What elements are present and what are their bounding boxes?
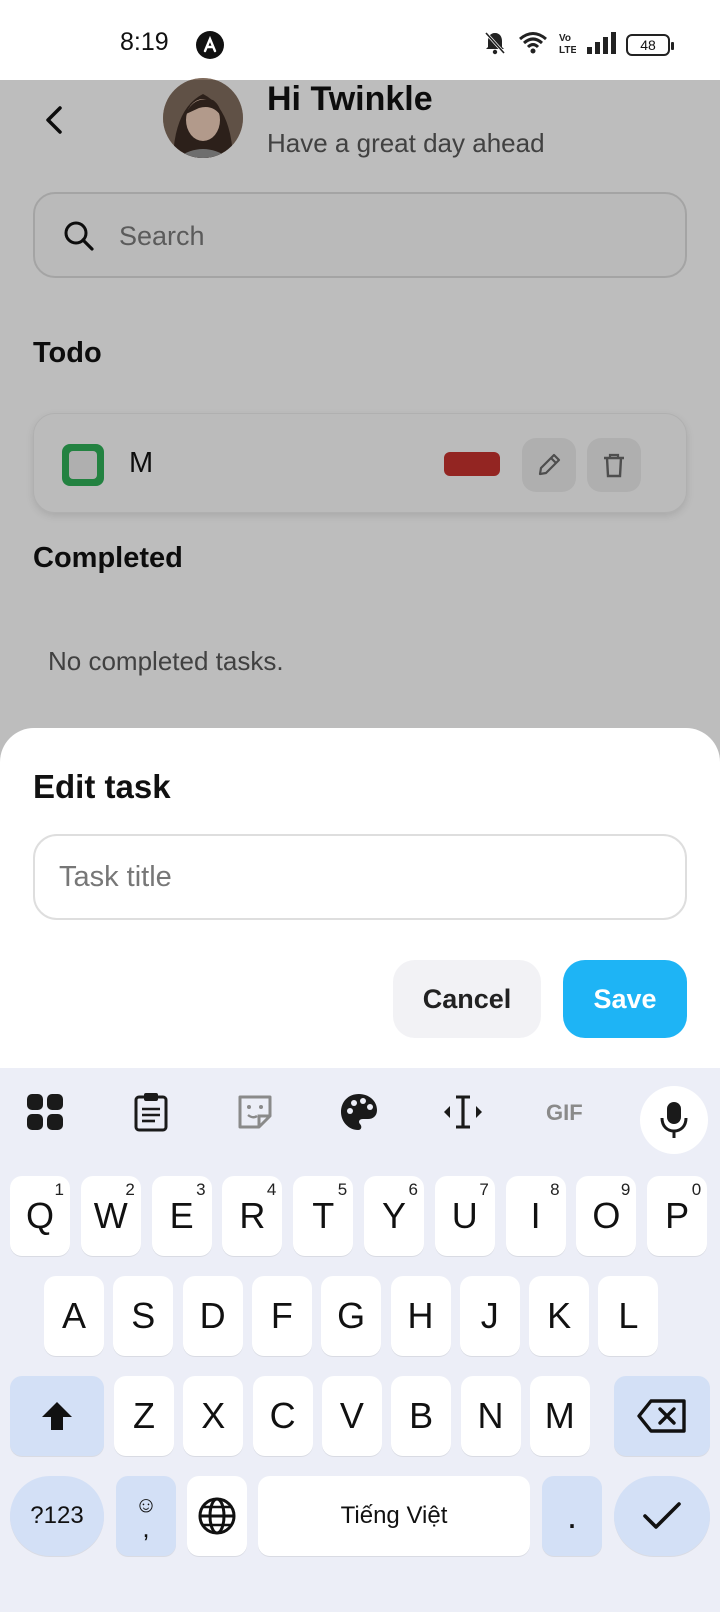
key-b[interactable]: B (391, 1376, 452, 1456)
key-letter: R (239, 1195, 266, 1236)
key-s[interactable]: S (113, 1276, 174, 1356)
key-number-hint: 8 (550, 1180, 560, 1199)
period-key[interactable]: . (542, 1476, 602, 1556)
key-letter: Q (25, 1195, 54, 1236)
checkmark-icon (643, 1502, 681, 1529)
key-p[interactable]: P0 (647, 1176, 708, 1256)
key-v[interactable]: V (321, 1376, 382, 1456)
clipboard-icon[interactable] (128, 1089, 174, 1135)
shift-arrow-icon (42, 1402, 72, 1430)
key-letter: O (592, 1195, 621, 1236)
comma-label: , (142, 1513, 150, 1543)
key-u[interactable]: U7 (434, 1176, 495, 1256)
enter-key[interactable] (614, 1476, 710, 1556)
key-letter: T (312, 1195, 335, 1236)
backspace-key[interactable] (614, 1376, 710, 1456)
key-m[interactable]: M (529, 1376, 590, 1456)
key-number-hint: 3 (196, 1180, 206, 1199)
status-time: 8:19 (120, 28, 169, 56)
shift-key[interactable] (10, 1376, 104, 1456)
svg-text:Vo: Vo (559, 33, 571, 44)
key-k[interactable]: K (529, 1276, 590, 1356)
key-number-hint: 2 (125, 1180, 135, 1199)
gif-icon[interactable]: GIF (540, 1089, 600, 1135)
symbols-key[interactable]: ?123 (10, 1476, 104, 1556)
key-i[interactable]: I8 (505, 1176, 566, 1256)
battery-icon: 48 (626, 34, 674, 56)
key-number-hint: 1 (54, 1180, 64, 1199)
text-cursor-icon[interactable] (440, 1089, 486, 1135)
gif-label: GIF (546, 1100, 583, 1125)
key-a[interactable]: A (44, 1276, 104, 1356)
key-o[interactable]: O9 (576, 1176, 637, 1256)
key-number-hint: 5 (337, 1180, 348, 1199)
key-number-hint: 6 (408, 1180, 418, 1199)
key-letter: E (169, 1195, 194, 1236)
wifi-icon (518, 30, 548, 61)
sticker-icon[interactable] (232, 1089, 278, 1135)
key-d[interactable]: D (182, 1276, 243, 1356)
language-key[interactable] (187, 1476, 247, 1556)
emoji-comma-key[interactable]: ☺ , (116, 1476, 176, 1556)
app-logo-icon (196, 31, 224, 59)
key-number-hint: 9 (620, 1180, 631, 1199)
cancel-button[interactable]: Cancel (393, 960, 541, 1038)
apps-grid-icon[interactable] (22, 1089, 68, 1135)
key-x[interactable]: X (183, 1376, 244, 1456)
save-button[interactable]: Save (563, 960, 687, 1038)
key-w[interactable]: W2 (80, 1176, 141, 1256)
key-number-hint: 7 (479, 1180, 489, 1199)
key-c[interactable]: C (252, 1376, 313, 1456)
key-l[interactable]: L (598, 1276, 659, 1356)
key-j[interactable]: J (459, 1276, 520, 1356)
soft-keyboard: GIF Q1W2E3R4T5Y6U7I8O9P0 ASDFGHJKL ZXCVB… (0, 1068, 720, 1612)
space-key[interactable]: Tiếng Việt (258, 1476, 530, 1556)
key-e[interactable]: E3 (151, 1176, 212, 1256)
sheet-title: Edit task (33, 768, 171, 805)
key-letter: P (665, 1195, 690, 1236)
key-t[interactable]: T5 (293, 1176, 354, 1256)
task-title-input[interactable] (33, 834, 687, 920)
key-n[interactable]: N (460, 1376, 521, 1456)
key-q[interactable]: Q1 (10, 1176, 70, 1256)
key-f[interactable]: F (251, 1276, 312, 1356)
globe-icon (198, 1497, 236, 1535)
key-y[interactable]: Y6 (364, 1176, 424, 1256)
key-letter: Y (381, 1195, 406, 1236)
key-z[interactable]: Z (114, 1376, 174, 1456)
volte-icon: Vo LTE (558, 30, 577, 61)
key-r[interactable]: R4 (222, 1176, 283, 1256)
palette-icon[interactable] (336, 1089, 382, 1135)
status-bar: 8:19 Vo LTE 48 (0, 0, 720, 80)
key-letter: U (451, 1195, 478, 1236)
key-g[interactable]: G (321, 1276, 382, 1356)
bell-off-icon (482, 30, 508, 61)
key-h[interactable]: H (390, 1276, 451, 1356)
key-number-hint: 0 (691, 1180, 702, 1199)
key-number-hint: 4 (266, 1180, 277, 1199)
backspace-icon (637, 1399, 686, 1433)
key-letter: I (530, 1195, 541, 1236)
key-letter: W (93, 1195, 128, 1236)
svg-text:LTE: LTE (559, 45, 576, 56)
signal-icon (586, 31, 616, 60)
mic-icon[interactable] (640, 1086, 708, 1154)
